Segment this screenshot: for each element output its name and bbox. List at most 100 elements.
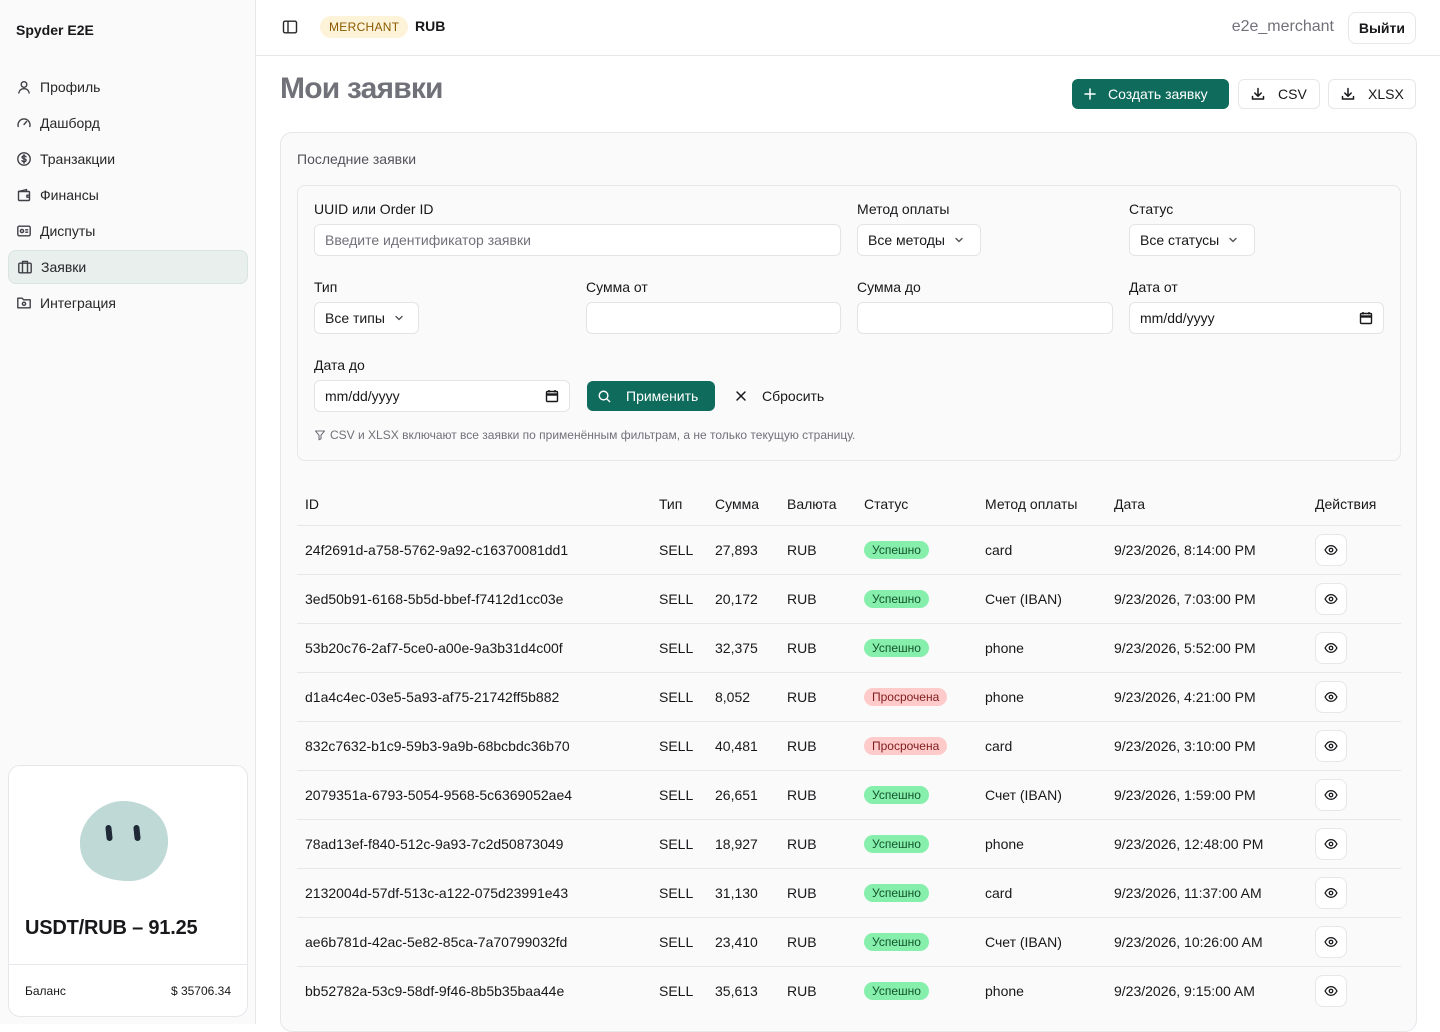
status-select[interactable]: Все статусы (1129, 224, 1255, 256)
view-order-button[interactable] (1315, 730, 1347, 762)
order-type: SELL (659, 836, 694, 852)
view-order-button[interactable] (1315, 779, 1347, 811)
sidebar-item-dashboard[interactable]: Дашборд (8, 106, 248, 140)
status-badge: Успешно (864, 884, 929, 902)
sidebar: Spyder E2E Профиль Дашборд Транзакции Фи… (0, 0, 256, 1024)
order-id: ae6b781d-42ac-5e82-85ca-7a70799032fd (305, 934, 568, 950)
id-filter-label: UUID или Order ID (314, 201, 434, 217)
actions-cell (1315, 975, 1347, 1007)
status-cell: Успешно (864, 982, 929, 1000)
view-order-button[interactable] (1315, 681, 1347, 713)
view-order-button[interactable] (1315, 877, 1347, 909)
sidebar-item-finance[interactable]: Финансы (8, 178, 248, 212)
date-from-value: mm/dd/yyyy (1140, 310, 1215, 326)
currency-label: RUB (415, 18, 446, 34)
status-badge: Просрочена (864, 688, 948, 706)
order-currency: RUB (787, 542, 817, 558)
create-order-button[interactable]: Создать заявку (1072, 79, 1229, 109)
order-method: Счет (IBAN) (985, 787, 1062, 803)
orders-table: ID Тип Сумма Валюта Статус Метод оплаты … (297, 483, 1401, 1015)
order-date: 9/23/2026, 11:37:00 AM (1114, 885, 1262, 901)
sidebar-item-label: Дашборд (40, 115, 100, 131)
brand-name: Spyder E2E (16, 22, 94, 38)
sum-from-input[interactable] (586, 302, 841, 334)
date-to-input[interactable]: mm/dd/yyyy (314, 380, 570, 412)
table-header: ID Тип Сумма Валюта Статус Метод оплаты … (297, 483, 1401, 525)
sidebar-item-disputes[interactable]: Диспуты (8, 214, 248, 248)
sidebar-item-profile[interactable]: Профиль (8, 70, 248, 104)
order-date: 9/23/2026, 9:15:00 AM (1114, 983, 1255, 999)
plus-icon (1082, 86, 1098, 102)
eye-icon (1324, 739, 1338, 753)
order-date: 9/23/2026, 5:52:00 PM (1114, 640, 1256, 656)
calendar-icon[interactable] (1359, 311, 1373, 325)
order-method: Счет (IBAN) (985, 591, 1062, 607)
sidebar-item-orders[interactable]: Заявки (8, 250, 248, 284)
order-sum: 23,410 (715, 934, 758, 950)
view-order-button[interactable] (1315, 534, 1347, 566)
reset-filters-button[interactable]: Сбросить (734, 381, 824, 411)
method-select[interactable]: Все методы (857, 224, 981, 256)
status-badge: Успешно (864, 590, 929, 608)
status-cell: Успешно (864, 933, 929, 951)
calendar-icon[interactable] (545, 389, 559, 403)
actions-cell (1315, 828, 1347, 860)
table-row: 78ad13ef-f840-512c-9a93-7c2d50873049 SELL… (297, 819, 1401, 868)
header-date: Дата (1114, 496, 1146, 512)
chevron-down-icon (393, 312, 405, 324)
export-csv-button[interactable]: CSV (1238, 79, 1320, 109)
export-xlsx-button[interactable]: XLSX (1328, 79, 1416, 109)
order-method: phone (985, 983, 1024, 999)
sum-from-label: Сумма от (586, 279, 648, 295)
order-sum: 8,052 (715, 689, 751, 705)
date-from-label: Дата от (1129, 279, 1178, 295)
sidebar-item-integration[interactable]: Интеграция (8, 286, 248, 320)
header-id: ID (305, 496, 319, 512)
eye-icon (1324, 641, 1338, 655)
status-select-value: Все статусы (1140, 232, 1220, 248)
view-order-button[interactable] (1315, 632, 1347, 664)
order-type: SELL (659, 787, 694, 803)
sidebar-item-transactions[interactable]: Транзакции (8, 142, 248, 176)
order-currency: RUB (787, 591, 817, 607)
dispute-icon (16, 223, 32, 239)
view-order-button[interactable] (1315, 975, 1347, 1007)
table-row: 3ed50b91-6168-5b5d-bbef-f7412d1cc03e SELL… (297, 574, 1401, 623)
chevron-down-icon (953, 234, 965, 246)
type-select[interactable]: Все типы (314, 302, 419, 334)
order-method: card (985, 542, 1013, 558)
orders-card: Последние заявки UUID или Order ID Метод… (280, 132, 1417, 1032)
status-filter-label: Статус (1129, 201, 1174, 217)
export-xlsx-label: XLSX (1368, 86, 1404, 102)
order-currency: RUB (787, 934, 817, 950)
page-title: Мои заявки (280, 72, 444, 105)
rate-widget: USDT/RUB – 91.25 Баланс $ 35706.34 (8, 765, 248, 1017)
order-type: SELL (659, 983, 694, 999)
order-sum: 20,172 (715, 591, 758, 607)
status-badge: Успешно (864, 933, 929, 951)
date-from-input[interactable]: mm/dd/yyyy (1129, 302, 1384, 334)
id-filter-input[interactable] (314, 224, 841, 256)
logout-button[interactable]: Выйти (1347, 12, 1416, 44)
sidebar-toggle-icon[interactable] (282, 19, 298, 35)
header-method: Метод оплаты (985, 496, 1078, 512)
export-csv-label: CSV (1278, 86, 1307, 102)
order-type: SELL (659, 591, 694, 607)
order-currency: RUB (787, 983, 817, 999)
sum-to-input[interactable] (857, 302, 1113, 334)
view-order-button[interactable] (1315, 583, 1347, 615)
view-order-button[interactable] (1315, 926, 1347, 958)
date-to-value: mm/dd/yyyy (325, 388, 400, 404)
order-type: SELL (659, 885, 694, 901)
filter-icon (314, 429, 326, 441)
status-cell: Просрочена (864, 688, 948, 706)
order-method: phone (985, 836, 1024, 852)
mascot-icon (79, 799, 169, 883)
apply-filters-button[interactable]: Применить (587, 381, 715, 411)
header-currency: Валюта (787, 496, 837, 512)
create-order-label: Создать заявку (1108, 86, 1208, 102)
order-sum: 40,481 (715, 738, 758, 754)
close-icon (734, 389, 748, 403)
view-order-button[interactable] (1315, 828, 1347, 860)
sidebar-item-label: Финансы (40, 187, 99, 203)
